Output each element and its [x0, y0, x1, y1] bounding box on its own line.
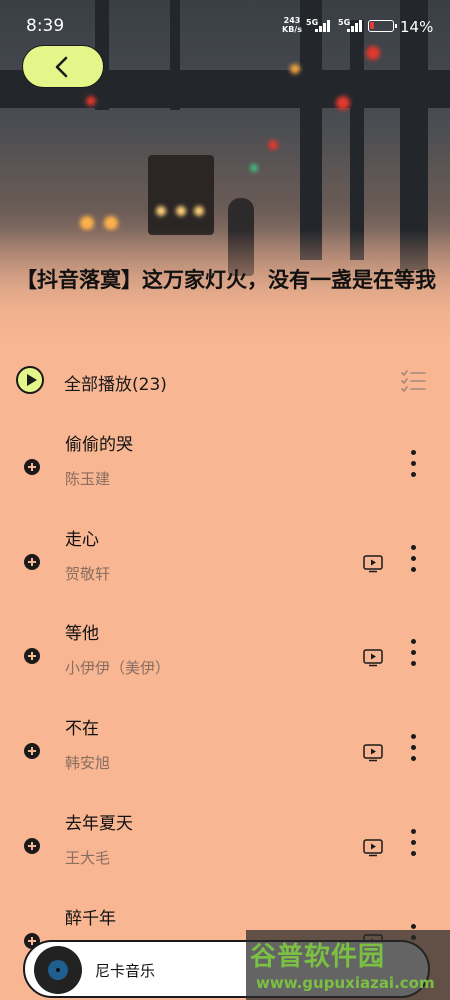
song-row[interactable]: 不在 韩安旭 — [0, 712, 450, 807]
play-icon[interactable] — [16, 366, 44, 394]
chevron-left-icon — [55, 56, 68, 78]
song-title: 走心 — [65, 530, 99, 550]
watermark-url: www.gupuxiazai.com — [256, 974, 435, 992]
song-artist: 小伊伊（美伊） — [65, 659, 171, 677]
playlist-title: 【抖音落寞】这万家灯火，没有一盏是在等我 — [16, 268, 436, 292]
multi-select-list-icon[interactable] — [400, 369, 426, 393]
song-artist: 韩安旭 — [65, 754, 111, 772]
network-speed: 243 KB/s — [282, 16, 302, 34]
play-all-row[interactable]: 全部播放(23) — [16, 366, 434, 398]
song-title: 偷偷的哭 — [65, 435, 133, 455]
signal-icon-2 — [347, 20, 363, 32]
add-icon[interactable] — [24, 743, 40, 759]
song-row[interactable]: 走心 贺敬轩 — [0, 523, 450, 618]
watermark: 谷普软件园 www.gupuxiazai.com — [246, 930, 450, 1000]
song-row[interactable]: 等他小伊伊（美伊） — [0, 617, 450, 712]
song-title: 不在 — [65, 719, 99, 739]
back-button[interactable] — [22, 45, 104, 88]
battery-percent: 14% — [400, 18, 434, 36]
more-options-icon[interactable] — [409, 734, 419, 762]
player-name: 尼卡音乐 — [95, 962, 156, 980]
add-icon[interactable] — [24, 459, 40, 475]
more-options-icon[interactable] — [409, 545, 419, 573]
more-options-icon[interactable] — [409, 450, 419, 478]
mv-video-icon[interactable] — [363, 839, 383, 857]
song-title: 去年夏天 — [65, 814, 133, 834]
mv-video-icon[interactable] — [363, 744, 383, 762]
song-artist: 陈玉建 — [65, 470, 111, 488]
more-options-icon[interactable] — [409, 829, 419, 857]
status-time: 8:39 — [26, 16, 65, 36]
add-icon[interactable] — [24, 554, 40, 570]
mv-video-icon[interactable] — [363, 555, 383, 573]
song-artist: 王大毛 — [65, 849, 111, 867]
battery-icon — [368, 20, 397, 32]
album-disc-icon[interactable] — [34, 946, 82, 994]
song-title: 等他 — [65, 624, 99, 644]
song-artist: 贺敬轩 — [65, 565, 111, 583]
more-options-icon[interactable] — [409, 639, 419, 667]
play-all-label[interactable]: 全部播放(23) — [64, 370, 167, 395]
signal-icon — [315, 20, 331, 32]
song-row[interactable]: 去年夏天 王大毛 — [0, 807, 450, 902]
add-icon[interactable] — [24, 648, 40, 664]
watermark-brand: 谷普软件园 — [250, 942, 386, 972]
song-title: 醉千年 — [65, 909, 116, 929]
bus-shape — [148, 155, 214, 235]
song-row[interactable]: 偷偷的哭 陈玉建 — [0, 428, 450, 523]
add-icon[interactable] — [24, 838, 40, 854]
status-bar: 8:39 243 KB/s 5G 5G 14% — [0, 0, 450, 40]
mv-video-icon[interactable] — [363, 649, 383, 667]
